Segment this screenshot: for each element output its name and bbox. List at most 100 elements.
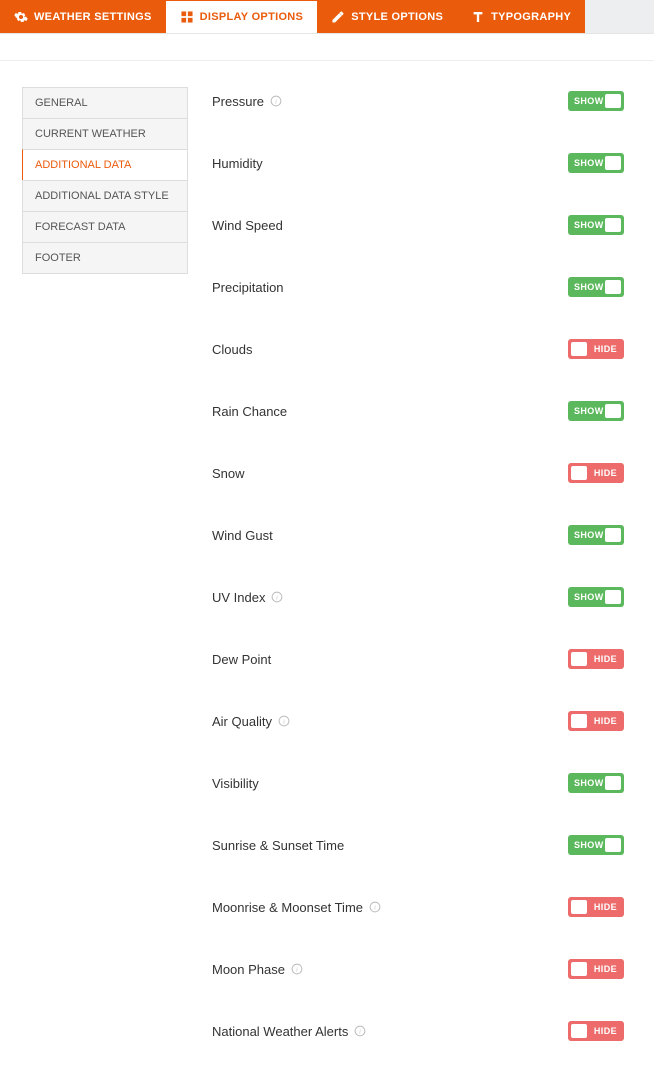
toggle-pressure[interactable]: SHOW <box>568 91 624 111</box>
setting-label-text: Moon Phase <box>212 962 285 977</box>
toggle-knob <box>571 900 587 914</box>
sidebar-item-label: GENERAL <box>35 97 88 109</box>
sidebar-item-general[interactable]: GENERAL <box>22 87 188 118</box>
setting-label: Rain Chance <box>212 404 287 419</box>
pencil-icon <box>331 10 345 24</box>
toggle-visibility[interactable]: SHOW <box>568 773 624 793</box>
setting-label: UV Index i <box>212 590 283 605</box>
setting-label-text: Sunrise & Sunset Time <box>212 838 344 853</box>
setting-row-wind-speed: Wind Speed SHOW <box>212 197 624 259</box>
sidebar-item-current-weather[interactable]: CURRENT WEATHER <box>22 118 188 149</box>
setting-label: Clouds <box>212 342 252 357</box>
toggle-knob <box>605 776 621 790</box>
sidebar-item-label: ADDITIONAL DATA STYLE <box>35 190 169 202</box>
toggle-text: HIDE <box>594 902 617 912</box>
setting-label-text: UV Index <box>212 590 265 605</box>
setting-label: Precipitation <box>212 280 284 295</box>
sidebar-item-additional-data-style[interactable]: ADDITIONAL DATA STYLE <box>22 180 188 211</box>
toggle-precipitation[interactable]: SHOW <box>568 277 624 297</box>
svg-text:i: i <box>360 1029 362 1035</box>
info-icon[interactable]: i <box>369 901 381 913</box>
toggle-wind-gust[interactable]: SHOW <box>568 525 624 545</box>
setting-label: Moonrise & Moonset Timei <box>212 900 381 915</box>
sidebar-item-label: FOOTER <box>35 252 81 264</box>
info-icon[interactable]: i <box>278 715 290 727</box>
setting-label-text: Rain Chance <box>212 404 287 419</box>
sidebar-item-label: ADDITIONAL DATA <box>35 159 131 171</box>
toggle-text: SHOW <box>574 592 604 602</box>
toggle-text: HIDE <box>594 468 617 478</box>
toggle-knob <box>571 714 587 728</box>
setting-label-text: Snow <box>212 466 245 481</box>
toggle-knob <box>605 280 621 294</box>
setting-row-snow: Snow HIDE <box>212 445 624 507</box>
setting-label: National Weather Alerts i <box>212 1024 366 1039</box>
tab-weather-settings[interactable]: WEATHER SETTINGS <box>0 0 166 33</box>
info-icon[interactable]: i <box>271 591 283 603</box>
toggle-text: HIDE <box>594 344 617 354</box>
toggle-moonrise-moonset[interactable]: HIDE <box>568 897 624 917</box>
setting-label: Wind Speed <box>212 218 283 233</box>
info-icon[interactable]: i <box>354 1025 366 1037</box>
setting-row-nws-alerts: National Weather Alerts i HIDE <box>212 1003 624 1065</box>
toggle-knob <box>571 962 587 976</box>
setting-row-sunrise-sunset: Sunrise & Sunset Time SHOW <box>212 817 624 879</box>
toggle-knob <box>605 838 621 852</box>
toggle-snow[interactable]: HIDE <box>568 463 624 483</box>
toggle-knob <box>571 342 587 356</box>
toggle-dew-point[interactable]: HIDE <box>568 649 624 669</box>
tab-style-options[interactable]: STYLE OPTIONS <box>317 0 457 33</box>
toggle-text: HIDE <box>594 716 617 726</box>
tab-bar: WEATHER SETTINGS DISPLAY OPTIONS STYLE O… <box>0 0 654 34</box>
svg-text:i: i <box>296 967 298 973</box>
tab-typography[interactable]: TYPOGRAPHY <box>457 0 585 33</box>
setting-label-text: Precipitation <box>212 280 284 295</box>
toggle-sunrise-sunset[interactable]: SHOW <box>568 835 624 855</box>
content-area: GENERAL CURRENT WEATHER ADDITIONAL DATA … <box>0 60 654 1073</box>
tab-display-options[interactable]: DISPLAY OPTIONS <box>166 0 318 33</box>
toggle-knob <box>605 590 621 604</box>
tab-label: DISPLAY OPTIONS <box>200 11 304 23</box>
svg-text:i: i <box>275 99 277 105</box>
setting-label: Pressurei <box>212 94 282 109</box>
setting-row-air-quality: Air Quality i HIDE <box>212 693 624 755</box>
toggle-clouds[interactable]: HIDE <box>568 339 624 359</box>
setting-row-moon-phase: Moon Phase i HIDE <box>212 941 624 1003</box>
sidebar: GENERAL CURRENT WEATHER ADDITIONAL DATA … <box>22 87 188 1065</box>
setting-label-text: Humidity <box>212 156 263 171</box>
setting-label-text: Visibility <box>212 776 259 791</box>
setting-label: Sunrise & Sunset Time <box>212 838 344 853</box>
setting-label-text: Clouds <box>212 342 252 357</box>
toggle-uv-index[interactable]: SHOW <box>568 587 624 607</box>
setting-label-text: Wind Gust <box>212 528 273 543</box>
toggle-moon-phase[interactable]: HIDE <box>568 959 624 979</box>
info-icon[interactable]: i <box>270 95 282 107</box>
info-icon[interactable]: i <box>291 963 303 975</box>
toggle-text: HIDE <box>594 1026 617 1036</box>
toggle-knob <box>605 94 621 108</box>
setting-row-clouds: Clouds HIDE <box>212 321 624 383</box>
toggle-wind-speed[interactable]: SHOW <box>568 215 624 235</box>
setting-label: Snow <box>212 466 245 481</box>
tab-label: TYPOGRAPHY <box>491 11 571 23</box>
toggle-humidity[interactable]: SHOW <box>568 153 624 173</box>
toggle-nws-alerts[interactable]: HIDE <box>568 1021 624 1041</box>
setting-label-text: Wind Speed <box>212 218 283 233</box>
setting-row-moonrise-moonset: Moonrise & Moonset Timei HIDE <box>212 879 624 941</box>
toggle-knob <box>605 404 621 418</box>
toggle-air-quality[interactable]: HIDE <box>568 711 624 731</box>
toggle-rain-chance[interactable]: SHOW <box>568 401 624 421</box>
sidebar-item-label: CURRENT WEATHER <box>35 128 146 140</box>
setting-row-humidity: Humidity SHOW <box>212 135 624 197</box>
svg-text:i: i <box>277 595 279 601</box>
setting-label: Air Quality i <box>212 714 290 729</box>
setting-label: Humidity <box>212 156 263 171</box>
sidebar-item-footer[interactable]: FOOTER <box>22 242 188 274</box>
setting-row-precipitation: Precipitation SHOW <box>212 259 624 321</box>
setting-label-text: Air Quality <box>212 714 272 729</box>
toggle-knob <box>571 1024 587 1038</box>
setting-label-text: National Weather Alerts <box>212 1024 348 1039</box>
sidebar-item-additional-data[interactable]: ADDITIONAL DATA <box>22 149 188 180</box>
sidebar-item-forecast-data[interactable]: FORECAST DATA <box>22 211 188 242</box>
setting-label: Dew Point <box>212 652 271 667</box>
